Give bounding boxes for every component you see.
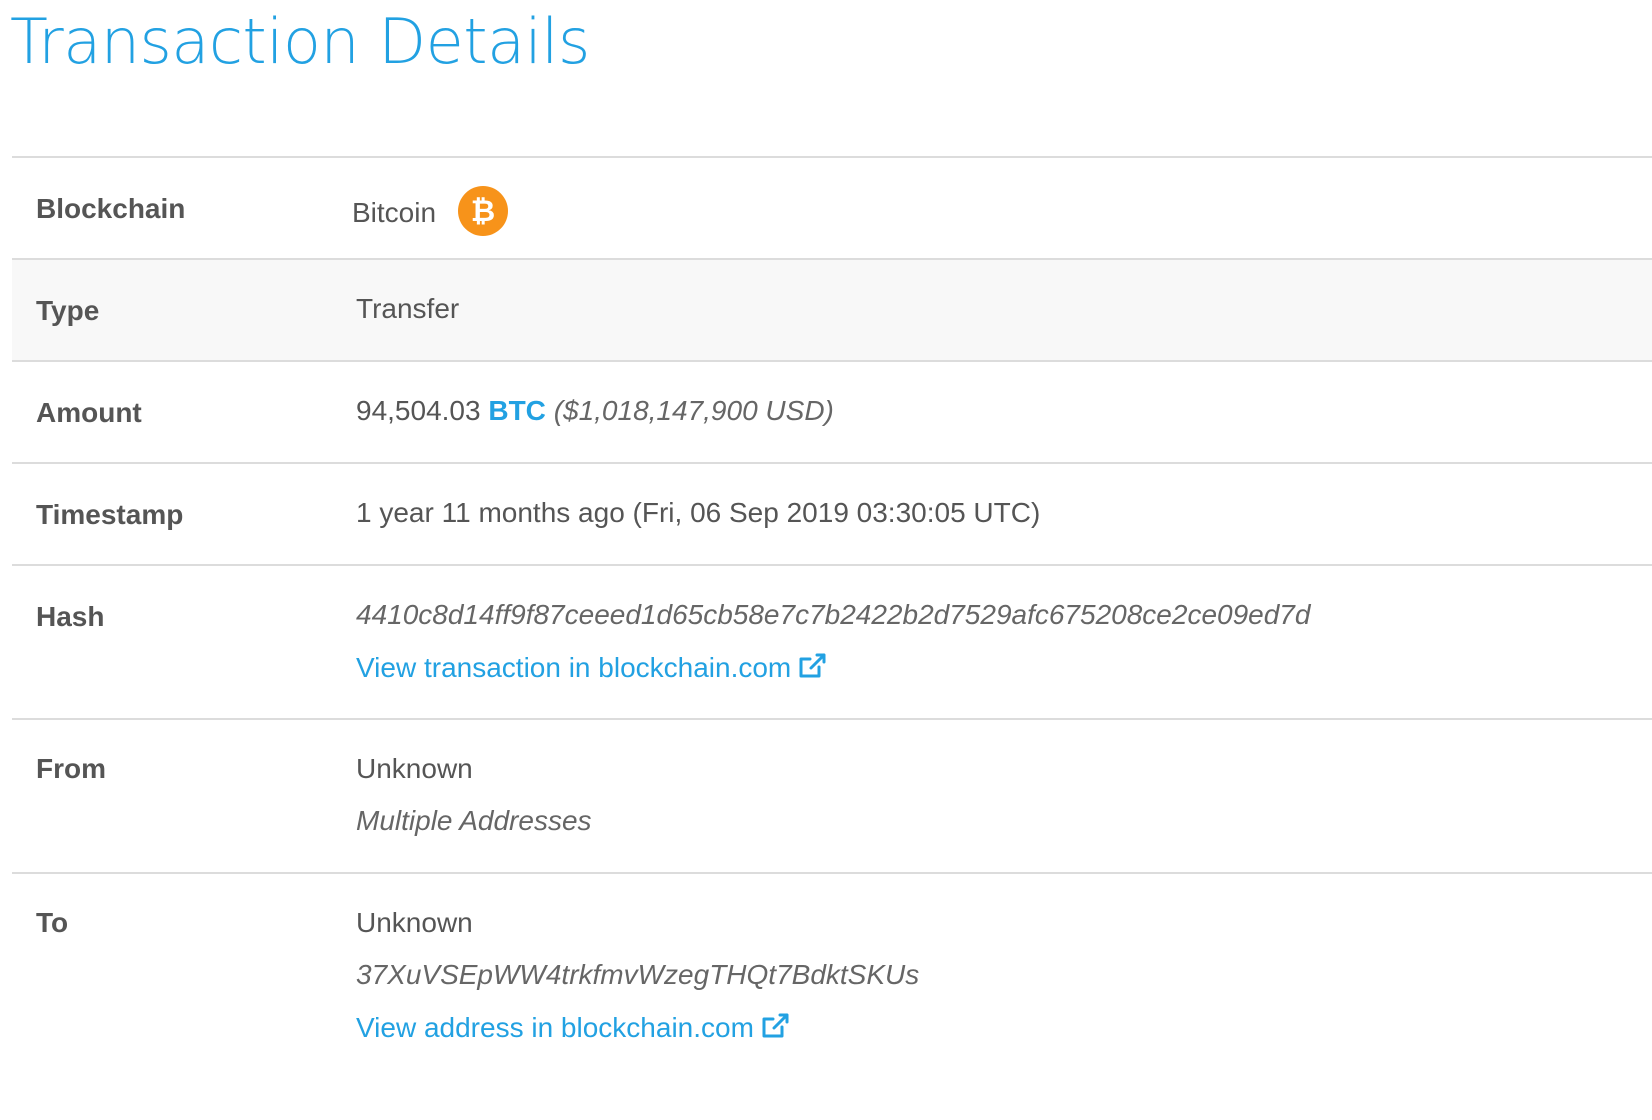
from-owner: Unknown — [356, 753, 473, 784]
value-type: Transfer — [356, 293, 460, 324]
value-from: Unknown Multiple Addresses — [356, 720, 1652, 872]
amount-value: 94,504.03 — [356, 395, 481, 426]
to-owner: Unknown — [356, 907, 473, 938]
transaction-hash: 4410c8d14ff9f87ceeed1d65cb58e7c7b2422b2d… — [356, 599, 1311, 630]
blockchain-name: Bitcoin — [352, 197, 437, 229]
label-hash: Hash — [36, 601, 105, 632]
label-amount: Amount — [36, 397, 142, 428]
to-address: 37XuVSEpWW4trkfmvWzegTHQt7BdktSKUs — [356, 959, 920, 990]
row-type: Type Transfer — [12, 260, 1652, 362]
view-address-link[interactable]: View address in blockchain.com — [356, 1012, 790, 1043]
amount-usd: ($1,018,147,900 USD) — [553, 395, 834, 426]
row-timestamp: Timestamp 1 year 11 months ago (Fri, 06 … — [12, 464, 1652, 566]
value-blockchain: Bitcoin ₿ — [352, 158, 1652, 258]
svg-text:₿: ₿ — [471, 194, 495, 229]
label-blockchain: Blockchain — [36, 193, 186, 224]
value-amount: 94,504.03 BTC ($1,018,147,900 USD) — [356, 362, 1652, 462]
from-address: Multiple Addresses — [356, 805, 592, 836]
row-blockchain: Blockchain Bitcoin ₿ — [12, 158, 1652, 260]
row-hash: Hash 4410c8d14ff9f87ceeed1d65cb58e7c7b24… — [12, 566, 1652, 720]
view-transaction-link-wrap: View transaction in blockchain.com — [356, 652, 1652, 683]
row-from: From Unknown Multiple Addresses — [12, 720, 1652, 874]
external-link-icon — [762, 1013, 789, 1038]
row-to: To Unknown 37XuVSEpWW4trkfmvWzegTHQt7Bdk… — [12, 874, 1652, 1080]
label-type: Type — [36, 295, 100, 326]
bitcoin-icon: ₿ — [458, 186, 509, 236]
value-to: Unknown 37XuVSEpWW4trkfmvWzegTHQt7BdktSK… — [356, 874, 1652, 1080]
transaction-details-table: Blockchain Bitcoin ₿ Type Transfer Amoun… — [12, 156, 1652, 1080]
view-transaction-link-label: View transaction in blockchain.com — [356, 652, 792, 683]
view-address-link-label: View address in blockchain.com — [356, 1012, 754, 1043]
page-title: Transaction Details — [10, 5, 590, 78]
row-amount: Amount 94,504.03 BTC ($1,018,147,900 USD… — [12, 362, 1652, 464]
currency-btc: BTC — [488, 395, 546, 426]
label-timestamp: Timestamp — [36, 499, 184, 530]
value-timestamp: 1 year 11 months ago (Fri, 06 Sep 2019 0… — [356, 497, 1041, 528]
label-from: From — [36, 753, 106, 784]
view-transaction-link[interactable]: View transaction in blockchain.com — [356, 652, 827, 683]
label-to: To — [36, 907, 69, 938]
value-hash: 4410c8d14ff9f87ceeed1d65cb58e7c7b2422b2d… — [356, 566, 1652, 718]
view-address-link-wrap: View address in blockchain.com — [356, 1012, 1652, 1043]
external-link-icon — [799, 653, 826, 678]
